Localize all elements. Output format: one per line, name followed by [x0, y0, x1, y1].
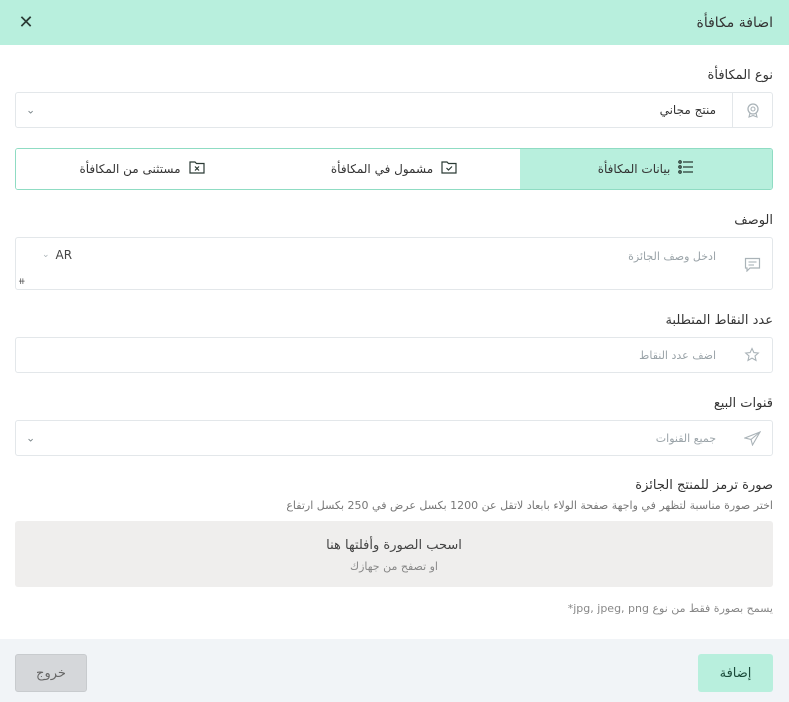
- description-placeholder: ادخل وصف الجائزة: [628, 249, 716, 263]
- modal-footer: إضافة خروج: [0, 639, 789, 702]
- file-type-note: يسمح بصورة فقط من نوع jpg, jpeg, png*: [567, 602, 773, 615]
- star-icon: [732, 338, 772, 372]
- image-label: صورة ترمز للمنتج الجائزة: [635, 478, 773, 493]
- image-dropzone[interactable]: اسحب الصورة وأفلتها هنا او تصفح من جهازك: [15, 521, 773, 587]
- chevron-down-icon: ⌄: [42, 250, 50, 260]
- image-hint: اختر صورة مناسبة لتظهر في واجهة صفحة الو…: [286, 499, 773, 512]
- tab-reward-data[interactable]: بيانات المكافأة: [520, 149, 772, 189]
- reward-type-value: منتج مجاني: [659, 103, 716, 117]
- points-input[interactable]: اضف عدد النقاط: [15, 337, 773, 373]
- tab-label: مشمول في المكافأة: [330, 162, 434, 176]
- list-icon: [678, 160, 694, 178]
- close-icon[interactable]: ✕: [16, 12, 36, 33]
- dropzone-browse-link[interactable]: او تصفح من جهازك: [15, 560, 773, 573]
- chevron-down-icon: ⌄: [26, 103, 36, 117]
- badge-icon: [732, 93, 772, 127]
- points-label: عدد النقاط المتطلبة: [665, 313, 773, 328]
- reward-type-select[interactable]: منتج مجاني ⌄: [15, 92, 773, 128]
- channels-select[interactable]: جميع القنوات ⌄: [15, 420, 773, 456]
- folder-x-icon: [188, 160, 205, 178]
- comment-icon: [732, 238, 772, 291]
- modal-title: اضافة مكافأة: [696, 14, 773, 31]
- description-label: الوصف: [734, 213, 773, 228]
- description-textarea[interactable]: ادخل وصف الجائزة ⌄ AR ⧺: [15, 237, 773, 290]
- send-icon: [732, 421, 772, 455]
- dropzone-main-text: اسحب الصورة وأفلتها هنا: [326, 538, 462, 553]
- tab-included[interactable]: مشمول في المكافأة: [268, 149, 520, 189]
- tab-excluded[interactable]: مستثنى من المكافأة: [16, 149, 268, 189]
- language-code: AR: [55, 248, 73, 262]
- tab-label: بيانات المكافأة: [597, 162, 671, 176]
- resize-handle-icon[interactable]: ⧺: [18, 277, 26, 287]
- exit-button[interactable]: خروج: [15, 654, 87, 692]
- channels-label: قنوات البيع: [713, 396, 773, 411]
- reward-type-label: نوع المكافأة: [707, 68, 773, 83]
- modal-header: اضافة مكافأة ✕: [0, 0, 789, 45]
- language-select[interactable]: ⌄ AR: [42, 248, 72, 262]
- tab-label: مستثنى من المكافأة: [79, 162, 181, 176]
- points-placeholder: اضف عدد النقاط: [639, 348, 716, 362]
- reward-tabs: بيانات المكافأة مشمول في المكافأة مستثنى…: [15, 148, 773, 190]
- channels-placeholder: جميع القنوات: [655, 431, 716, 445]
- chevron-down-icon: ⌄: [26, 431, 36, 445]
- folder-check-icon: [441, 160, 457, 178]
- add-button[interactable]: إضافة: [698, 654, 773, 692]
